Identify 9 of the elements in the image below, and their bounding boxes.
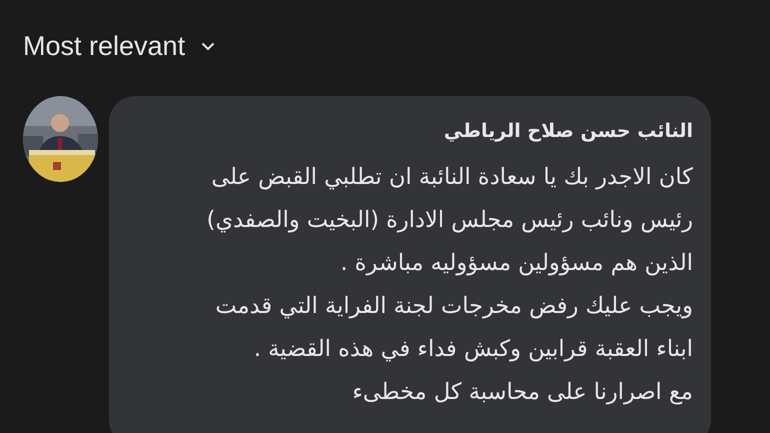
sort-dropdown[interactable]: Most relevant	[23, 26, 216, 66]
comment-author[interactable]: النائب حسن صلاح الرياطي	[125, 114, 693, 148]
comment-text: كان الاجدر بك يا سعادة النائبة ان تطلبي القبض على	[210, 163, 693, 192]
comment-text: ويجب عليك رفض مخرجات لجنة الفراية التي قدمت	[214, 292, 693, 321]
chevron-down-icon	[201, 42, 216, 50]
comment-text: الذين هم مسؤولين مسؤوليه مباشرة .	[339, 249, 693, 278]
comment-text: مع اصرارنا على محاسبة كل مخطىء	[351, 378, 693, 407]
comment-text: ابناء العقبة قرابين وكبش فداء في هذه القضية .	[252, 335, 693, 364]
comment-text: رئيس ونائب رئيس مجلس الادارة (البخيت والصفدي)	[206, 206, 693, 235]
